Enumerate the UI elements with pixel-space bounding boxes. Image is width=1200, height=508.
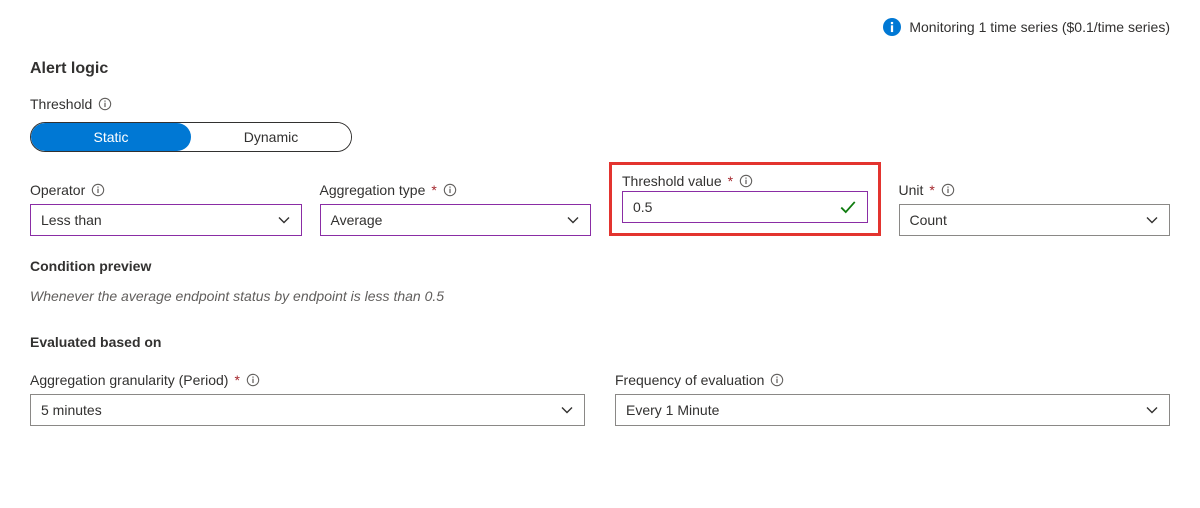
aggregation-type-field: Aggregation type * Average — [320, 182, 592, 236]
unit-field: Unit * Count — [899, 182, 1171, 236]
required-marker: * — [431, 182, 436, 198]
info-icon[interactable] — [246, 373, 260, 387]
alert-logic-heading: Alert logic — [30, 60, 1170, 78]
checkmark-icon — [839, 198, 857, 216]
aggregation-type-select[interactable]: Average — [320, 204, 592, 236]
monitoring-info-banner: Monitoring 1 time series ($0.1/time seri… — [883, 18, 1170, 36]
frequency-label: Frequency of evaluation — [615, 372, 1170, 388]
aggregation-granularity-label-text: Aggregation granularity (Period) — [30, 372, 228, 388]
required-marker: * — [234, 372, 239, 388]
threshold-value-text: 0.5 — [633, 199, 839, 215]
aggregation-type-label-text: Aggregation type — [320, 182, 426, 198]
threshold-toggle-dynamic[interactable]: Dynamic — [191, 123, 351, 151]
monitoring-info-text: Monitoring 1 time series ($0.1/time seri… — [909, 19, 1170, 35]
operator-value: Less than — [41, 212, 277, 228]
info-icon[interactable] — [98, 97, 112, 111]
aggregation-granularity-select[interactable]: 5 minutes — [30, 394, 585, 426]
unit-label: Unit * — [899, 182, 1171, 198]
operator-label-text: Operator — [30, 182, 85, 198]
threshold-label: Threshold — [30, 96, 1170, 112]
operator-select[interactable]: Less than — [30, 204, 302, 236]
frequency-value: Every 1 Minute — [626, 402, 1145, 418]
aggregation-granularity-label: Aggregation granularity (Period) * — [30, 372, 585, 388]
aggregation-granularity-value: 5 minutes — [41, 402, 560, 418]
frequency-field: Frequency of evaluation Every 1 Minute — [615, 372, 1170, 426]
aggregation-granularity-field: Aggregation granularity (Period) * 5 min… — [30, 372, 585, 426]
chevron-down-icon — [277, 213, 291, 227]
threshold-value-input[interactable]: 0.5 — [622, 191, 868, 223]
info-icon[interactable] — [941, 183, 955, 197]
info-icon[interactable] — [770, 373, 784, 387]
required-marker: * — [929, 182, 934, 198]
unit-value: Count — [910, 212, 1146, 228]
chevron-down-icon — [1145, 403, 1159, 417]
threshold-value-field: Threshold value * 0.5 — [609, 170, 881, 236]
frequency-label-text: Frequency of evaluation — [615, 372, 764, 388]
info-icon[interactable] — [91, 183, 105, 197]
required-marker: * — [728, 173, 733, 189]
operator-field: Operator Less than — [30, 182, 302, 236]
threshold-toggle-static[interactable]: Static — [31, 123, 191, 151]
alert-logic-row: Operator Less than Aggregation type * Av… — [30, 170, 1170, 236]
unit-select[interactable]: Count — [899, 204, 1171, 236]
chevron-down-icon — [560, 403, 574, 417]
threshold-value-label: Threshold value * — [622, 173, 868, 189]
threshold-label-text: Threshold — [30, 96, 92, 112]
condition-preview-text: Whenever the average endpoint status by … — [30, 288, 1170, 304]
aggregation-type-value: Average — [331, 212, 567, 228]
evaluated-based-on-heading: Evaluated based on — [30, 334, 1170, 350]
evaluation-row: Aggregation granularity (Period) * 5 min… — [30, 372, 1170, 426]
unit-label-text: Unit — [899, 182, 924, 198]
info-icon[interactable] — [443, 183, 457, 197]
threshold-value-label-text: Threshold value — [622, 173, 722, 189]
operator-label: Operator — [30, 182, 302, 198]
condition-preview-heading: Condition preview — [30, 258, 1170, 274]
info-icon — [883, 18, 901, 36]
aggregation-type-label: Aggregation type * — [320, 182, 592, 198]
threshold-toggle[interactable]: Static Dynamic — [30, 122, 352, 152]
chevron-down-icon — [566, 213, 580, 227]
info-icon[interactable] — [739, 174, 753, 188]
chevron-down-icon — [1145, 213, 1159, 227]
threshold-value-highlight: Threshold value * 0.5 — [609, 162, 881, 236]
frequency-select[interactable]: Every 1 Minute — [615, 394, 1170, 426]
